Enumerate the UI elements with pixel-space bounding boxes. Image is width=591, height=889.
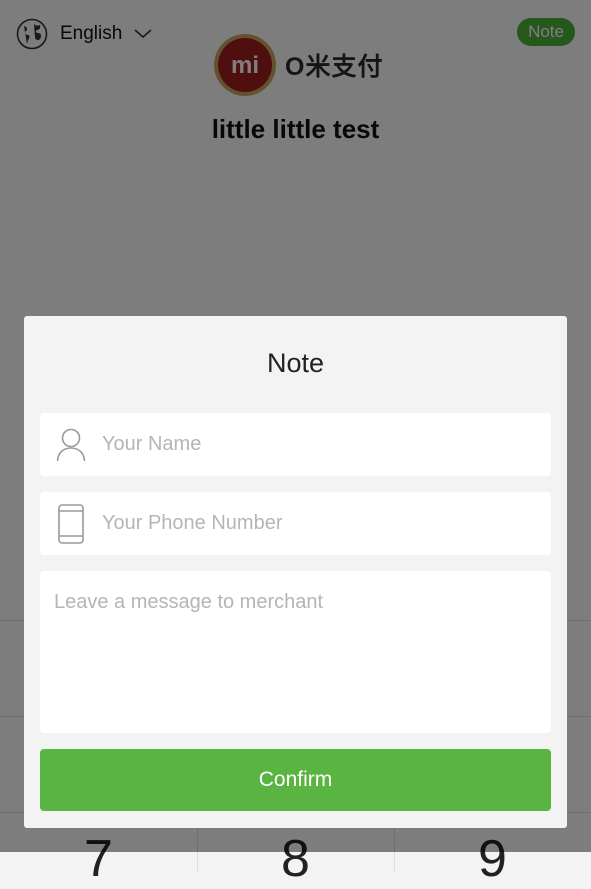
phone-icon (40, 503, 102, 544)
note-dialog: Note Your Name Your Phone Number Leave a… (24, 316, 567, 828)
dialog-title: Note (266, 348, 325, 378)
confirm-button[interactable]: Confirm (40, 749, 551, 811)
user-icon (40, 428, 102, 462)
message-placeholder: Leave a message to merchant (54, 591, 324, 613)
phone-field[interactable]: Your Phone Number (40, 492, 551, 555)
name-field[interactable]: Your Name (40, 413, 551, 476)
message-textarea[interactable]: Leave a message to merchant (40, 571, 551, 733)
name-placeholder: Your Name (102, 433, 202, 455)
phone-placeholder: Your Phone Number (102, 512, 283, 534)
